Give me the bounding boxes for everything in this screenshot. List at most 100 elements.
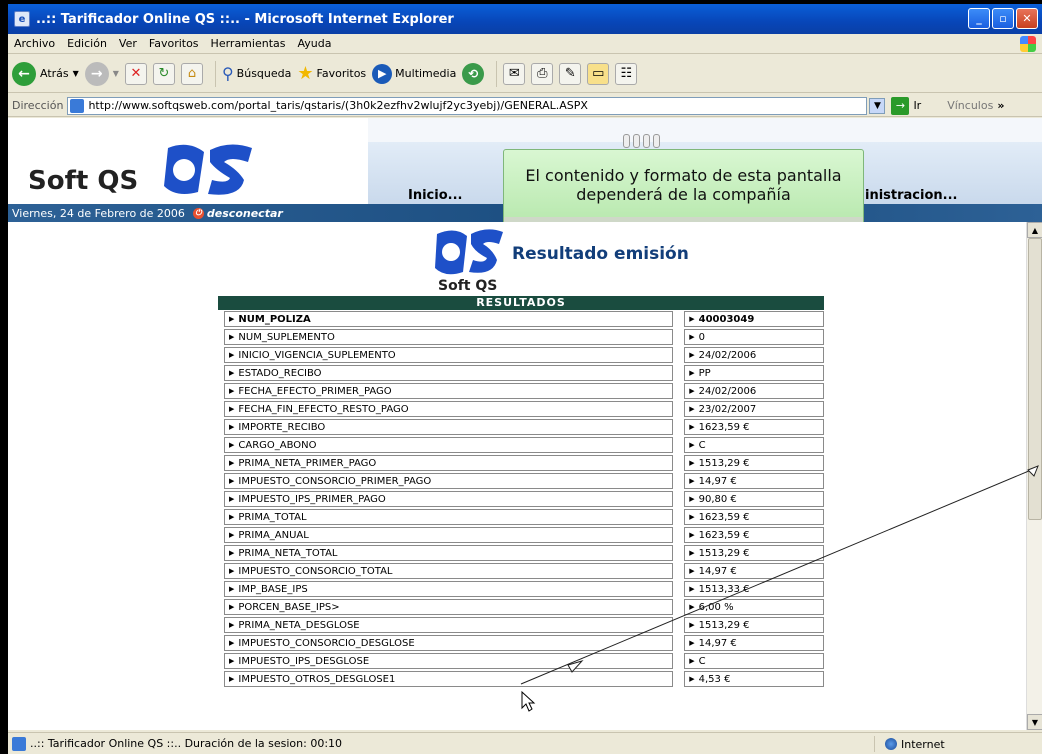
site-logo[interactable]: Soft QS [8, 118, 368, 208]
messenger-icon[interactable]: ☷ [615, 62, 638, 85]
chevron-right-icon[interactable]: » [997, 99, 1004, 112]
go-arrow-icon[interactable]: → [891, 96, 910, 115]
menu-ayuda[interactable]: Ayuda [291, 37, 337, 50]
nav-inicio[interactable]: Inicio... [408, 188, 462, 203]
row-key-label: IMPUESTO_CONSORCIO_TOTAL [238, 565, 393, 577]
print-icon[interactable]: ⎙ [531, 62, 554, 85]
forward-arrow-icon: → [84, 61, 109, 86]
row-value-label: PP [698, 367, 711, 379]
row-key-label: PRIMA_NETA_PRIMER_PAGO [238, 457, 377, 469]
scroll-up-icon[interactable]: ▲ [1027, 222, 1042, 238]
favorites-button[interactable]: ★ Favoritos [297, 63, 366, 84]
triangle-icon: ▶ [229, 657, 235, 665]
row-value-label: 23/02/2007 [698, 403, 757, 415]
row-key-label: PRIMA_TOTAL [238, 511, 307, 523]
triangle-icon: ▶ [689, 315, 695, 323]
maximize-button[interactable]: ▫ [992, 8, 1014, 29]
scroll-down-icon[interactable]: ▼ [1027, 714, 1042, 730]
close-button[interactable]: ✕ [1016, 8, 1038, 29]
triangle-icon: ▶ [229, 621, 235, 629]
back-button[interactable]: ← Atrás ▼ [12, 61, 79, 86]
address-dropdown[interactable]: ▼ [869, 97, 886, 114]
home-icon[interactable]: ⌂ [180, 62, 203, 85]
menu-ver[interactable]: Ver [113, 37, 143, 50]
address-bar: Dirección http://www.softqsweb.com/porta… [8, 95, 1042, 117]
row-value: ▶ 1623,59 € [684, 419, 824, 435]
row-value: ▶ 23/02/2007 [684, 401, 824, 417]
triangle-icon: ▶ [229, 387, 235, 395]
disconnect-link[interactable]: ⏻ desconectar [192, 207, 283, 220]
stop-icon[interactable]: ✕ [124, 62, 147, 85]
triangle-icon: ▶ [689, 531, 695, 539]
row-key: ▶ PRIMA_NETA_TOTAL [224, 545, 674, 561]
page-title: Resultado emisión [512, 244, 689, 264]
edit-icon[interactable]: ✎ [559, 62, 582, 85]
row-value: ▶ 1513,29 € [684, 455, 824, 471]
annotation-callout: El contenido y formato de esta pantalla … [503, 149, 864, 226]
go-button[interactable]: Ir [913, 99, 921, 112]
history-icon[interactable]: ⟲ [462, 62, 485, 85]
row-key-label: PRIMA_NETA_DESGLOSE [238, 619, 360, 631]
search-button[interactable]: ⚲ Búsqueda [222, 64, 291, 83]
menu-archivo[interactable]: Archivo [8, 37, 61, 50]
table-header: RESULTADOS [218, 296, 824, 310]
row-value: ▶ C [684, 437, 824, 453]
triangle-icon: ▶ [689, 639, 695, 647]
minimize-button[interactable]: _ [968, 8, 990, 29]
result-page: Soft QS Resultado emisión RESULTADOS ▶ NU… [8, 222, 1026, 730]
refresh-icon[interactable]: ↻ [152, 62, 175, 85]
triangle-icon: ▶ [689, 459, 695, 467]
row-value-label: C [698, 439, 706, 451]
links-button[interactable]: Vínculos [947, 99, 993, 112]
row-value-label: 1513,29 € [698, 547, 750, 559]
globe-icon [885, 738, 897, 750]
row-key: ▶ IMPUESTO_IPS_PRIMER_PAGO [224, 491, 674, 507]
status-text: ..:: Tarificador Online QS ::.. Duración… [30, 737, 343, 750]
row-value: ▶ 14,97 € [684, 563, 824, 579]
triangle-icon: ▶ [229, 441, 235, 449]
media-icon: ▶ [372, 63, 393, 84]
chevron-down-icon: ▼ [72, 69, 79, 78]
media-label: Multimedia [395, 67, 457, 80]
row-value-label: 4,53 € [698, 673, 731, 685]
row-value-label: 1623,59 € [698, 529, 750, 541]
row-key-label: FECHA_EFECTO_PRIMER_PAGO [238, 385, 392, 397]
toolbar: ← Atrás ▼ → ▼ ✕ ↻ ⌂ ⚲ Búsqueda ★ Favorit… [8, 55, 1042, 93]
row-value: ▶ 4,53 € [684, 671, 824, 687]
triangle-icon: ▶ [229, 369, 235, 377]
folder-icon[interactable]: ▭ [587, 62, 610, 85]
result-logo-text: Soft QS [438, 278, 498, 294]
address-input[interactable]: http://www.softqsweb.com/portal_taris/qs… [67, 96, 868, 115]
ie-icon: e [14, 11, 30, 27]
mail-icon[interactable]: ✉ [503, 62, 526, 85]
scroll-thumb[interactable] [1028, 238, 1042, 520]
table-row: ▶ IMP_BASE_IPS ▶ 1513,33 € [218, 580, 824, 598]
table-row: ▶ PORCEN_BASE_IPS> ▶ 6,00 % [218, 598, 824, 616]
nav-administracion[interactable]: inistracion... [865, 188, 957, 203]
row-key-label: CARGO_ABONO [238, 439, 317, 451]
table-row: ▶ PRIMA_NETA_PRIMER_PAGO ▶ 1513,29 € [218, 454, 824, 472]
qs-logo-icon [164, 144, 252, 195]
triangle-icon: ▶ [229, 675, 235, 683]
triangle-icon: ▶ [689, 387, 695, 395]
table-row: ▶ IMPUESTO_OTROS_DESGLOSE1 ▶ 4,53 € [218, 670, 824, 688]
triangle-icon: ▶ [689, 567, 695, 575]
triangle-icon: ▶ [229, 315, 235, 323]
media-button[interactable]: ▶ Multimedia [372, 63, 457, 84]
triangle-icon: ▶ [689, 495, 695, 503]
forward-button[interactable]: → ▼ [84, 61, 119, 86]
favorites-label: Favoritos [316, 67, 367, 80]
menu-herramientas[interactable]: Herramientas [205, 37, 292, 50]
table-row: ▶ NUM_SUPLEMENTO ▶ 0 [218, 328, 824, 346]
menu-favoritos[interactable]: Favoritos [143, 37, 205, 50]
table-row: ▶ PRIMA_TOTAL ▶ 1623,59 € [218, 508, 824, 526]
row-value: ▶ 1513,33 € [684, 581, 824, 597]
triangle-icon: ▶ [689, 549, 695, 557]
callout-line-2: dependerá de la compañía [576, 185, 791, 204]
table-row: ▶ IMPUESTO_CONSORCIO_TOTAL ▶ 14,97 € [218, 562, 824, 580]
results-table: RESULTADOS ▶ NUM_POLIZA ▶ 40003049 ▶ NUM_SUPL… [218, 296, 824, 688]
menu-edicion[interactable]: Edición [61, 37, 113, 50]
vertical-scrollbar[interactable]: ▲ ▼ [1026, 222, 1042, 730]
triangle-icon: ▶ [229, 549, 235, 557]
back-label: Atrás [40, 67, 69, 80]
